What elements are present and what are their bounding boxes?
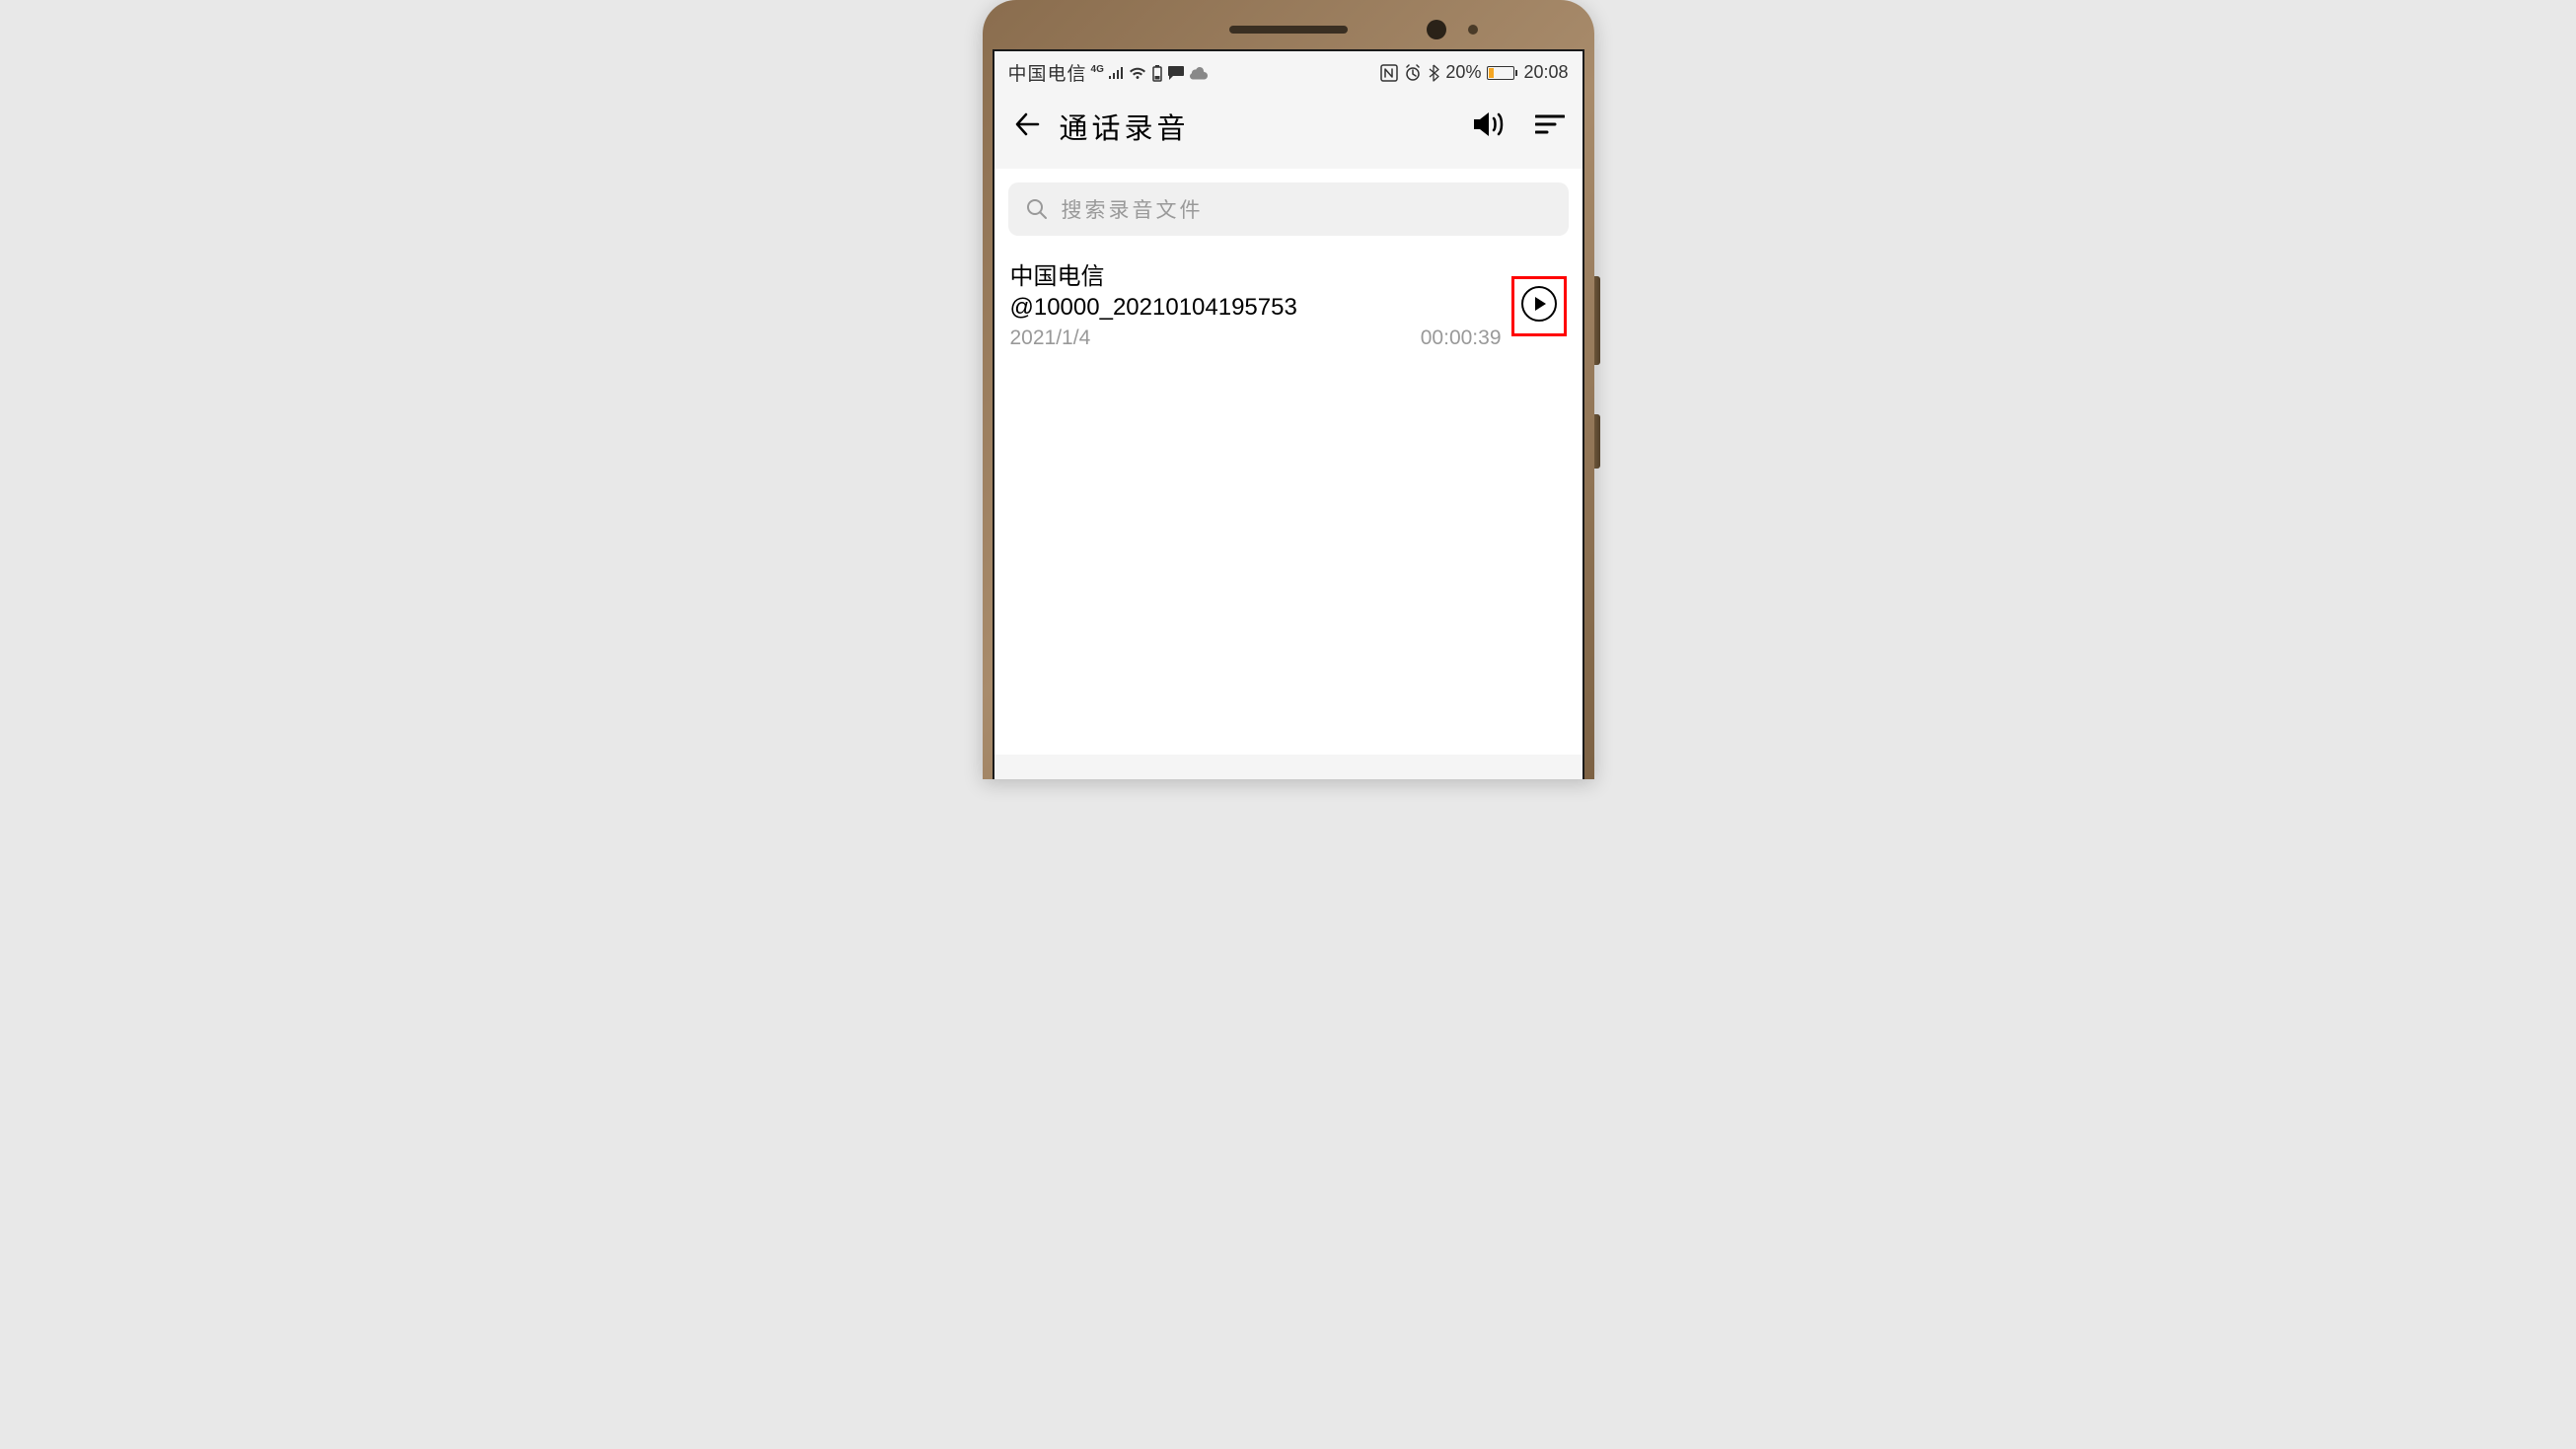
back-button[interactable] — [1012, 109, 1060, 145]
play-button[interactable] — [1520, 285, 1558, 327]
phone-top-bezel — [993, 10, 1584, 49]
status-left: 中国电信 4G — [1008, 59, 1209, 86]
search-icon — [1026, 198, 1048, 220]
bluetooth-icon — [1428, 64, 1439, 82]
recording-date: 2021/1/4 — [1010, 326, 1091, 350]
phone-frame: 中国电信 4G — [983, 0, 1594, 779]
page-title: 通话录音 — [1060, 106, 1472, 147]
status-right: 20% 20:08 — [1380, 62, 1568, 83]
status-bar: 中国电信 4G — [994, 51, 1582, 90]
battery-percent: 20% — [1445, 62, 1481, 83]
recording-info: 中国电信 @10000_20210104195753 2021/1/4 00:0… — [1010, 261, 1502, 350]
front-camera — [1427, 20, 1446, 39]
speaker-button[interactable] — [1472, 110, 1506, 143]
recording-duration: 00:00:39 — [1421, 326, 1502, 350]
nfc-icon — [1380, 64, 1398, 82]
empty-area — [1008, 360, 1569, 755]
content-area: 搜索录音文件 中国电信 @10000_20210104195753 2021/1… — [994, 169, 1582, 755]
battery-saver-icon — [1151, 64, 1163, 82]
chat-icon — [1167, 65, 1185, 81]
network-type: 4G — [1091, 64, 1104, 75]
time-label: 20:08 — [1523, 62, 1568, 83]
play-button-highlight — [1511, 276, 1567, 336]
proximity-sensor — [1468, 25, 1478, 35]
sort-button[interactable] — [1535, 113, 1565, 140]
recording-title-line1: 中国电信 — [1010, 261, 1502, 292]
search-placeholder: 搜索录音文件 — [1062, 194, 1204, 224]
back-arrow-icon — [1012, 109, 1044, 140]
power-button[interactable] — [1594, 414, 1600, 469]
wifi-icon — [1128, 65, 1147, 81]
alarm-icon — [1404, 64, 1422, 82]
speaker-grille — [1229, 26, 1348, 34]
play-icon — [1520, 285, 1558, 323]
app-header: 通话录音 — [994, 90, 1582, 169]
speaker-icon — [1472, 110, 1506, 138]
recording-meta: 2021/1/4 00:00:39 — [1010, 326, 1502, 350]
search-input[interactable]: 搜索录音文件 — [1008, 182, 1569, 236]
battery-icon — [1487, 66, 1517, 80]
volume-button[interactable] — [1594, 276, 1600, 365]
header-actions — [1472, 110, 1565, 143]
sort-icon — [1535, 113, 1565, 135]
carrier-label: 中国电信 — [1008, 59, 1087, 86]
recording-title-line2: @10000_20210104195753 — [1010, 292, 1502, 323]
recording-item[interactable]: 中国电信 @10000_20210104195753 2021/1/4 00:0… — [1008, 236, 1569, 360]
cloud-icon — [1189, 66, 1209, 80]
signal-icon — [1108, 66, 1124, 80]
screen: 中国电信 4G — [993, 49, 1584, 779]
